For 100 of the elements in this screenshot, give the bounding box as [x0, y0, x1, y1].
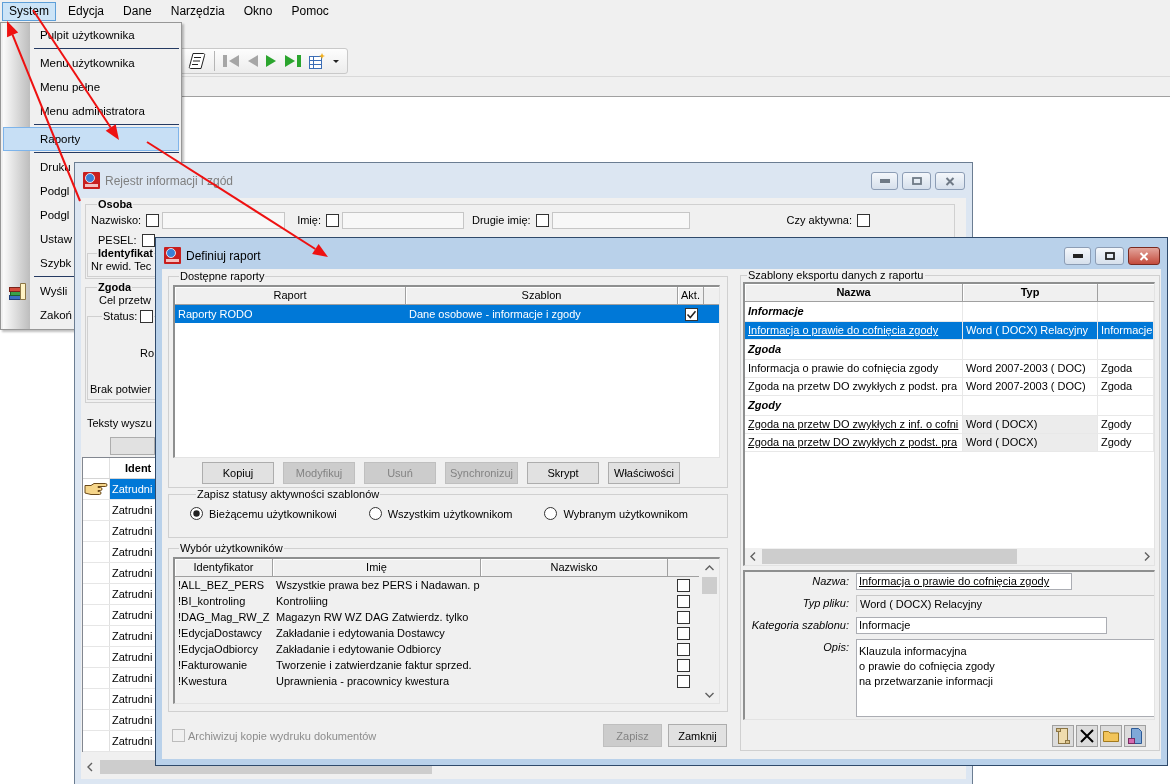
input-field[interactable]	[551, 212, 690, 229]
menu-item[interactable]: Dane	[116, 1, 159, 21]
table-cell: Informacja o prawie do cofnięcia zgody	[745, 360, 963, 378]
checkbox[interactable]	[684, 307, 698, 321]
pointing-hand-icon	[84, 481, 108, 497]
menu-item[interactable]: Okno	[236, 1, 280, 21]
table-row[interactable]: Zatrudni	[83, 731, 156, 752]
table-row[interactable]: Zatrudni	[83, 500, 156, 521]
radio-button[interactable]	[544, 507, 558, 520]
checkbox[interactable]	[140, 310, 154, 323]
play-icon[interactable]	[266, 54, 277, 68]
table-row[interactable]: Zgoda na przetw DO zwykłych z podst. pra Word ( DOCX) Zgody	[745, 434, 1154, 452]
checkbox[interactable]	[141, 233, 155, 247]
table-cell: Zgoda	[1098, 360, 1154, 378]
table-cell-text: Zakładanie i edytowania Dostawcy	[275, 627, 446, 639]
table-row[interactable]: Zgoda na przetw DO zwykłych z inf. o cofni Word ( DOCX) Zgody	[745, 416, 1154, 434]
field-label: Czy aktywna:	[786, 214, 852, 227]
table-cell-text: Zatrudni	[111, 524, 154, 539]
caret-icon[interactable]	[333, 59, 339, 63]
minimize-button[interactable]	[1064, 247, 1091, 265]
scroll-icon[interactable]	[188, 52, 206, 70]
table-row[interactable]: Zatrudni	[83, 563, 156, 584]
checkbox[interactable]	[677, 626, 690, 640]
group-title: Zapisz statusy aktywności szablonów	[196, 488, 381, 501]
table-row[interactable]: Zatrudni	[83, 542, 156, 563]
table-row[interactable]: Zgoda na przetw DO zwykłych z podst. pra Word 2007-2003 ( DOC) Zgoda	[745, 378, 1154, 396]
table-row[interactable]: Zatrudni	[83, 626, 156, 647]
checkbox[interactable]	[677, 658, 690, 672]
maximize-icon	[911, 177, 922, 185]
table-row[interactable]: Zatrudni	[83, 605, 156, 626]
table-row[interactable]: Zatrudni	[83, 479, 156, 500]
table-row[interactable]: Zatrudni	[83, 584, 156, 605]
delete-button[interactable]	[1076, 725, 1098, 747]
table-row[interactable]: Zatrudni	[83, 521, 156, 542]
table-cell: Word ( DOCX)	[963, 416, 1098, 434]
checkbox[interactable]	[677, 674, 690, 688]
menu-item[interactable]: Ustaw	[40, 227, 72, 251]
checkbox[interactable]	[146, 214, 160, 227]
close-button[interactable]	[935, 172, 965, 190]
input-field[interactable]: Informacja o prawie do cofnięcia zgody	[856, 573, 1072, 590]
table-row[interactable]: Zatrudni	[83, 710, 156, 731]
checkbox[interactable]	[677, 642, 690, 656]
table-cell-text: Zatrudni	[111, 692, 154, 707]
table-row[interactable]: Informacja o prawie do cofnięcia zgody Word ( DOCX) Relacyjny Informacje	[745, 322, 1154, 340]
menu-item[interactable]: System	[2, 1, 56, 21]
table-row[interactable]: Zatrudni	[83, 689, 156, 710]
checkbox[interactable]	[325, 214, 339, 227]
minimize-icon	[879, 179, 890, 183]
table-cell-text: Raporty RODO	[177, 308, 254, 320]
field-label: Brak potwier	[90, 383, 152, 396]
group-title: Szablony eksportu danych z raportu	[747, 269, 925, 282]
close-button[interactable]	[1128, 247, 1160, 265]
menu-item[interactable]: Zakoń	[40, 303, 72, 327]
menu-item[interactable]: Pomoc	[284, 1, 336, 21]
input-field[interactable]: Informacje	[856, 617, 1107, 634]
app-logo-icon	[164, 247, 181, 264]
table-row[interactable]: Raporty RODO Dane osobowe - informacje i zgody	[175, 305, 719, 323]
menu-item[interactable]: Menu użytkownika	[40, 51, 135, 75]
cross-icon	[1080, 729, 1094, 743]
group-title: Zgoda	[97, 281, 132, 294]
dialog-button[interactable]: Zamknij	[668, 724, 727, 747]
skip-forward-icon[interactable]	[285, 54, 301, 68]
table-cell-text: Kontroliing	[275, 595, 329, 607]
checkbox[interactable]	[677, 610, 690, 624]
group-title: Osoba	[97, 198, 134, 211]
menu-item[interactable]: Szybk	[40, 251, 72, 275]
table-cell: Word ( DOCX)	[963, 434, 1098, 452]
menu-item[interactable]: Edycja	[61, 1, 112, 21]
export-button[interactable]	[1124, 725, 1146, 747]
menu-item[interactable]: Narzędzia	[163, 1, 232, 21]
text-area[interactable]: Klauzula informacyjna o prawie do cofnięcia zgody na przetwarzanie informacji	[856, 639, 1154, 717]
radio-button[interactable]	[368, 507, 382, 520]
scroll-icon	[1056, 728, 1070, 744]
checkbox[interactable]	[677, 578, 690, 592]
checkbox[interactable]	[677, 594, 690, 608]
checkbox[interactable]	[535, 214, 549, 227]
action-button[interactable]: Skrypt	[527, 462, 599, 484]
maximize-button[interactable]	[1095, 247, 1124, 265]
column-header: Akt.	[678, 287, 704, 304]
table-cell: Informacja o prawie do cofnięcia zgody	[745, 322, 963, 340]
menu-item[interactable]: Podgl	[40, 203, 70, 227]
radio-button[interactable]	[190, 507, 203, 520]
action-button[interactable]: Kopiuj	[202, 462, 274, 484]
table-cell: Zgody	[1098, 416, 1154, 434]
group-header: Zgody	[745, 396, 963, 415]
table-row[interactable]: Zatrudni	[83, 668, 156, 689]
action-button[interactable]: Właściwości	[608, 462, 680, 484]
input-field[interactable]	[162, 212, 286, 229]
menu-item[interactable]: Wyśli	[9, 279, 68, 303]
table-row[interactable]: Zatrudni	[83, 647, 156, 668]
books-icon	[9, 282, 26, 300]
input-field[interactable]	[341, 212, 464, 229]
horizontal-scrollbar[interactable]	[745, 548, 1154, 565]
table-cell-text: Zatrudni	[111, 629, 154, 644]
table-cell-text: Wszystkie prawa bez PERS i Nadawan. p	[275, 579, 481, 591]
table-icon[interactable]	[309, 53, 325, 69]
table-cell-text: Zatrudni	[111, 734, 154, 749]
table-row[interactable]: Informacja o prawie do cofnięcia zgody Word 2007-2003 ( DOC) Zgoda	[745, 360, 1154, 378]
menu-item[interactable]: Podgl	[40, 179, 70, 203]
checkbox[interactable]	[857, 214, 870, 227]
